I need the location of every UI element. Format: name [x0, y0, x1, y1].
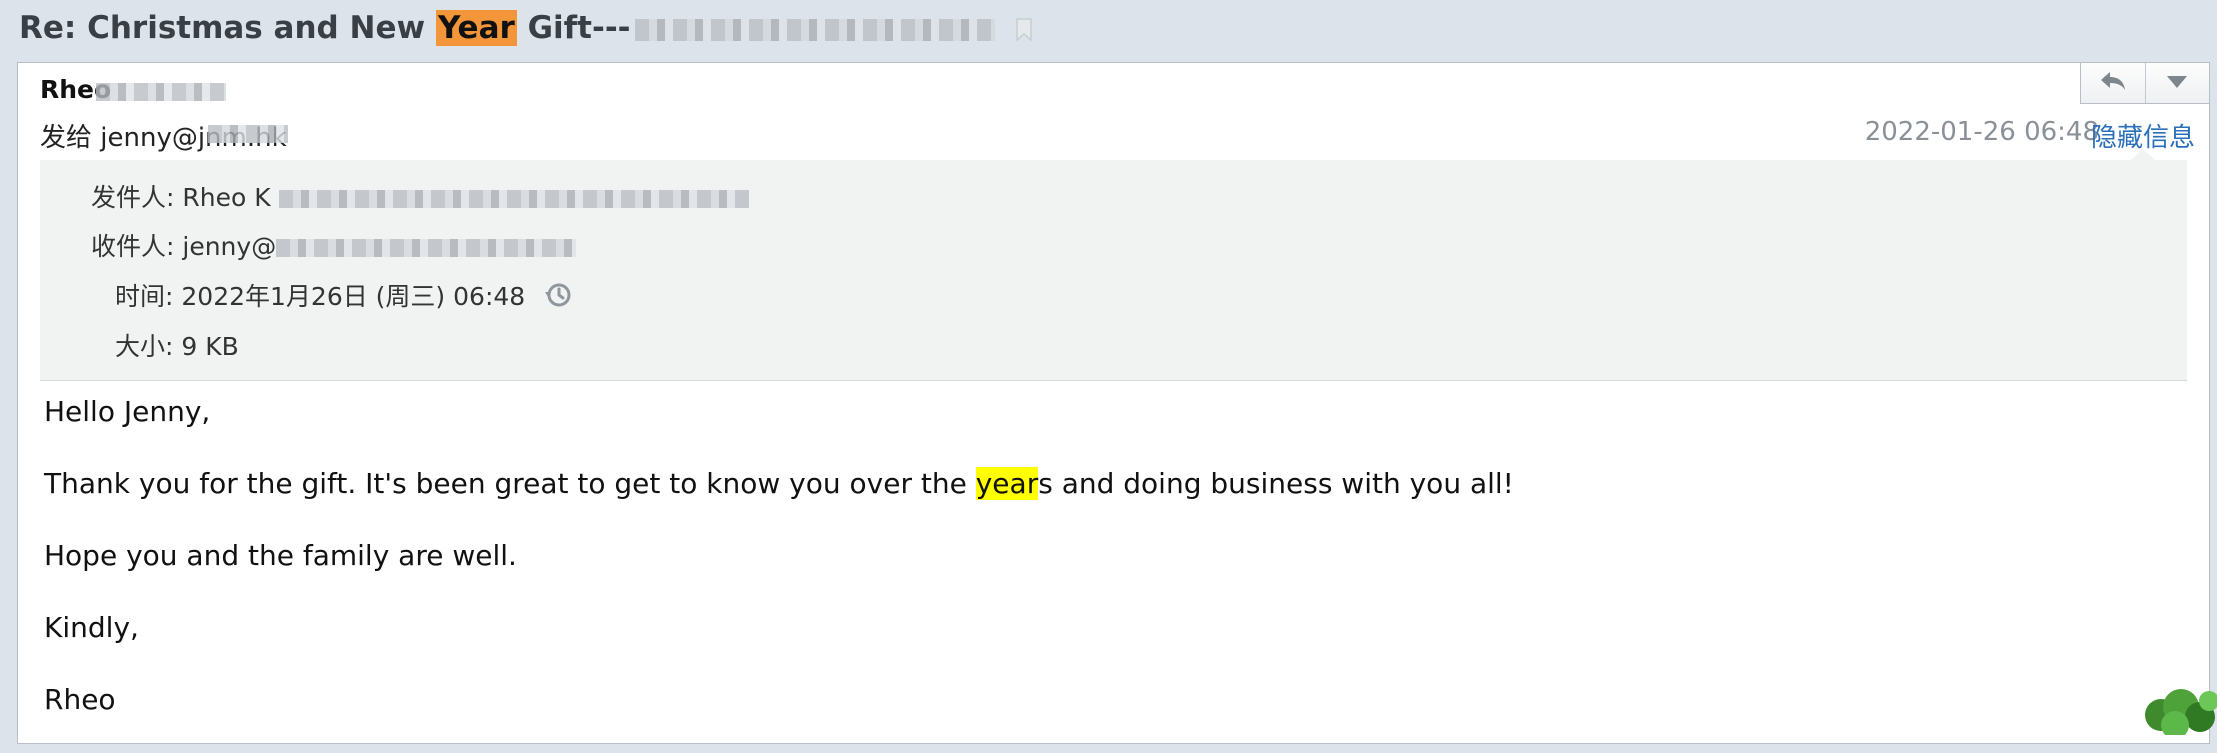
message-toolbar — [2080, 63, 2209, 104]
sent-date: 2022-01-26 06:48 — [1864, 117, 2099, 147]
reply-icon — [2098, 69, 2128, 97]
time-value: 2022年1月26日 (周三) 06:48 — [181, 282, 526, 311]
history-icon[interactable] — [543, 280, 573, 316]
subject-search-highlight: Year — [435, 10, 517, 46]
redacted-to — [276, 239, 577, 257]
reply-button[interactable] — [2081, 63, 2145, 103]
body-search-highlight: year — [975, 467, 1039, 500]
body-signature: Rheo — [44, 683, 116, 716]
time-row: 时间: 2022年1月26日 (周三) 06:48 — [115, 277, 573, 316]
time-label: 时间: — [115, 282, 174, 311]
to-row: 收件人: jenny@ — [91, 227, 577, 263]
redacted-sender — [96, 83, 226, 101]
email-subject: Re: Christmas and New Year Gift--- — [19, 6, 1033, 50]
redacted-from — [278, 190, 749, 208]
body-closing: Kindly, — [44, 611, 139, 644]
from-row: 发件人: Rheo K — [91, 178, 749, 214]
redacted-recipient — [208, 125, 288, 143]
from-value[interactable]: Rheo K — [182, 183, 270, 212]
dropdown-icon — [2166, 74, 2188, 93]
message-details-panel: 发件人: Rheo K 收件人: jenny@ 时间: 2022年1月26日 (… — [40, 149, 2187, 381]
size-label: 大小: — [115, 332, 174, 361]
subject-suffix: Gift--- — [516, 10, 631, 46]
size-row: 大小: 9 KB — [115, 327, 239, 363]
to-label: 收件人: — [91, 232, 175, 261]
details-caret — [2131, 149, 2155, 160]
body-line1-end: s and doing business with you all! — [1038, 467, 1514, 500]
size-value: 9 KB — [181, 332, 239, 361]
redacted-subject — [634, 18, 995, 41]
body-paragraph-1: Thank you for the gift. It's been great … — [44, 465, 2184, 503]
subject-bar: Re: Christmas and New Year Gift--- — [0, 0, 2217, 56]
body-line1-start: Thank you for the gift. It's been great … — [44, 467, 976, 500]
decorative-plant — [2125, 677, 2217, 739]
subject-prefix: Re: Christmas and New — [19, 10, 436, 46]
from-label: 发件人: — [91, 183, 175, 212]
bookmark-icon[interactable] — [1015, 17, 1033, 42]
email-body: Hello Jenny, Thank you for the gift. It'… — [44, 393, 2184, 753]
body-paragraph-2: Hope you and the family are well. — [44, 539, 517, 572]
more-actions-button[interactable] — [2144, 63, 2210, 103]
body-greeting: Hello Jenny, — [44, 395, 211, 428]
to-value[interactable]: jenny@ — [182, 232, 276, 261]
email-message-panel: Rheo 发给 jenny@jnm.hk 2022-01-26 06:48 隐藏… — [17, 62, 2210, 744]
